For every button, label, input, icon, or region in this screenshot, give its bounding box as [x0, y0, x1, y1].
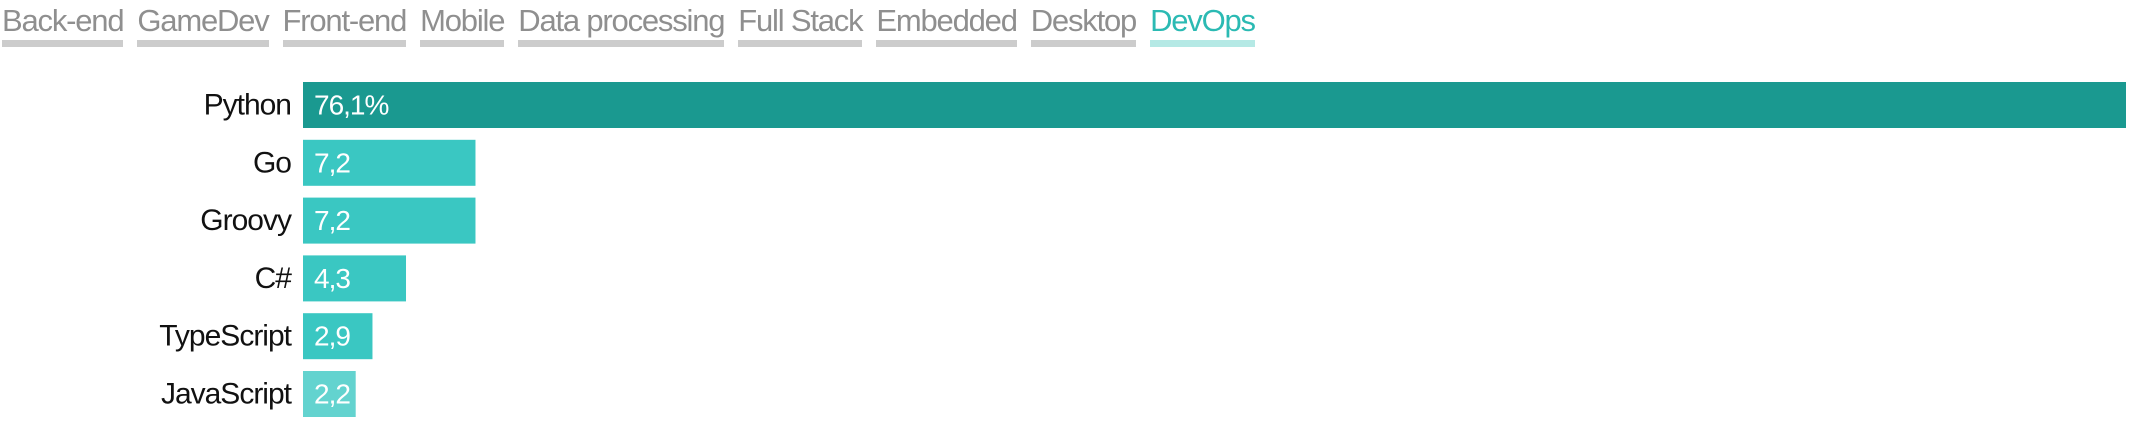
value-label-c: 4,3 [314, 263, 350, 294]
bar-group-c: C# 4,3 [255, 255, 407, 302]
value-label-typescript: 2,9 [314, 321, 350, 352]
category-label-c: C# [255, 262, 293, 295]
category-label-typescript: TypeScript [159, 320, 292, 353]
value-label-groovy: 7,2 [314, 205, 350, 236]
category-label-python: Python [204, 89, 291, 122]
value-label-go: 7,2 [314, 147, 350, 178]
bar-group-javascript: JavaScript 2,2 [161, 371, 356, 417]
category-label-groovy: Groovy [200, 204, 292, 237]
value-label-python: 76,1% [314, 90, 388, 121]
bar-group-typescript: TypeScript 2,9 [159, 313, 373, 360]
bar-python[interactable] [303, 82, 2126, 128]
bar-group-groovy: Groovy 7,2 [200, 197, 476, 244]
language-bar-chart: Python 76,1% Go 7,2 Groovy 7,2 C# 4,3 TypeScript… [159, 82, 2126, 417]
bar-group-go: Go 7,2 [253, 139, 476, 186]
bar-group-python: Python 76,1% [204, 82, 2126, 128]
category-label-javascript: JavaScript [161, 378, 293, 411]
value-label-javascript: 2,2 [314, 379, 350, 410]
category-label-go: Go [253, 146, 291, 179]
